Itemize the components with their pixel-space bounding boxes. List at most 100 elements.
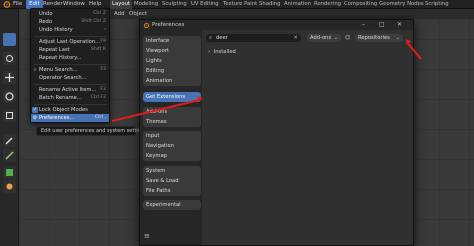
chevron-down-icon: ⌄ <box>333 35 338 41</box>
menu-item-rename-active-item[interactable]: Rename Active Item... F2 <box>31 86 109 94</box>
blender-logo-icon[interactable] <box>2 0 11 9</box>
nav-input[interactable]: Input <box>143 131 201 141</box>
scale-tool-button[interactable] <box>3 109 16 122</box>
search-icon: ⌕ <box>33 67 37 73</box>
preferences-sidebar: Interface Viewport Lights Editing Animat… <box>140 30 202 245</box>
preferences-title-bar[interactable]: Preferences – □ ✕ <box>140 20 413 30</box>
checkbox-icon[interactable]: ✓ <box>32 107 38 113</box>
blender-logo-icon <box>143 22 150 29</box>
tab-rendering[interactable]: Rendering <box>314 0 341 9</box>
menu-item-repeat-history[interactable]: Repeat History... <box>31 54 109 62</box>
installed-section-header[interactable]: › Installed <box>208 48 236 56</box>
viewport-add-menu[interactable]: Add <box>114 9 125 19</box>
close-icon[interactable]: ✕ <box>397 20 402 30</box>
menu-item-label: Preferences... <box>39 115 75 121</box>
chevron-right-icon: › <box>208 49 211 55</box>
menu-item-repeat-last[interactable]: Repeat Last Shift R <box>31 46 109 54</box>
menu-item-redo[interactable]: Redo Shift Ctrl Z <box>31 18 109 26</box>
annotation-arrowhead <box>197 94 204 102</box>
menu-item-label: Rename Active Item... <box>39 87 97 93</box>
tab-geometry-nodes[interactable]: Geometry Nodes <box>379 0 424 9</box>
installed-label: Installed <box>213 49 236 55</box>
tool-shelf <box>0 9 19 246</box>
menu-item-label: Undo History <box>39 27 73 33</box>
nav-navigation[interactable]: Navigation <box>143 141 201 151</box>
select-tool-button[interactable] <box>3 33 16 46</box>
menu-item-label: Redo <box>39 19 53 25</box>
annotate-tool-button[interactable] <box>3 134 16 147</box>
tab-compositing[interactable]: Compositing <box>344 0 377 9</box>
edit-dropdown-menu: Undo Ctrl Z Redo Shift Ctrl Z Undo History… <box>30 8 110 123</box>
clear-search-icon[interactable]: ✕ <box>293 34 298 42</box>
maximize-icon[interactable]: □ <box>379 20 385 30</box>
tab-modeling[interactable]: Modeling <box>134 0 158 9</box>
nav-editing[interactable]: Editing <box>143 66 201 76</box>
nav-file-paths[interactable]: File Paths <box>143 186 201 196</box>
menu-item-label: Operator Search... <box>39 75 87 81</box>
menu-item-menu-search[interactable]: ⌕ Menu Search... F3 <box>31 66 109 74</box>
tab-shading[interactable]: Shading <box>259 0 281 9</box>
menu-item-shortcut: F9 <box>100 39 106 44</box>
preferences-main-panel: ⌕ deer ✕ Add-ons ⌄ ⌬ Repositories ⌄ › In… <box>202 30 413 245</box>
minimize-icon[interactable]: – <box>362 20 365 30</box>
menu-separator <box>34 64 107 65</box>
menu-separator <box>34 36 107 37</box>
tag-icon[interactable]: ⌬ <box>345 34 350 42</box>
add-object-tool-button[interactable] <box>3 180 16 193</box>
nav-lights[interactable]: Lights <box>143 56 201 66</box>
cursor-tool-button[interactable] <box>3 52 16 65</box>
menu-item-undo-history[interactable]: Undo History › <box>31 26 109 34</box>
add-cube-tool-button[interactable] <box>3 166 16 179</box>
tab-animation[interactable]: Animation <box>284 0 311 9</box>
extensions-search-field[interactable]: ⌕ deer ✕ <box>206 34 301 42</box>
menu-item-label: Repeat Last <box>39 47 70 53</box>
nav-animation[interactable]: Animation <box>143 76 201 86</box>
measure-tool-button[interactable] <box>3 149 16 162</box>
filter-dropdown[interactable]: Add-ons ⌄ <box>307 34 341 42</box>
gear-icon: ⚙ <box>32 115 38 121</box>
nav-viewport[interactable]: Viewport <box>143 46 201 56</box>
menu-item-adjust-last-operation[interactable]: Adjust Last Operation... F9 <box>31 38 109 46</box>
menu-item-batch-rename[interactable]: Batch Rename... Ctrl F2 <box>31 94 109 102</box>
filter-dropdown-label: Add-ons <box>310 35 332 41</box>
rotate-icon <box>5 92 14 101</box>
nav-keymap[interactable]: Keymap <box>143 151 201 161</box>
tab-sculpting[interactable]: Sculpting <box>162 0 187 9</box>
menu-separator <box>34 104 107 105</box>
menu-item-label: Repeat History... <box>39 55 82 61</box>
tab-texture-paint[interactable]: Texture Paint <box>223 0 257 9</box>
pencil-icon <box>5 137 13 145</box>
viewport-object-menu[interactable]: Object <box>129 9 147 19</box>
ruler-icon <box>5 151 14 160</box>
rotate-tool-button[interactable] <box>3 90 16 103</box>
menu-file[interactable]: File <box>13 0 22 9</box>
viewport-header: Add Object <box>111 9 474 19</box>
menu-item-label: Batch Rename... <box>39 95 82 101</box>
tab-layout[interactable]: Layout <box>110 0 133 9</box>
menu-item-lock-object-modes[interactable]: ✓ Lock Object Modes <box>31 106 109 114</box>
menu-item-operator-search[interactable]: Operator Search... <box>31 74 109 82</box>
menu-item-label: Undo <box>39 11 53 17</box>
cursor-icon <box>6 55 13 62</box>
menu-item-shortcut: Ctrl Z <box>93 11 106 16</box>
tab-uv-editing[interactable]: UV Editing <box>191 0 219 9</box>
move-icon <box>5 73 14 82</box>
nav-themes[interactable]: Themes <box>143 117 201 127</box>
hamburger-icon[interactable]: ≡ <box>144 232 150 240</box>
scale-icon <box>6 112 13 119</box>
chevron-down-icon: ⌄ <box>395 35 400 41</box>
repositories-dropdown[interactable]: Repositories ⌄ <box>355 34 403 42</box>
nav-save-load[interactable]: Save & Load <box>143 176 201 186</box>
menu-item-preferences[interactable]: ⚙ Preferences... Ctrl , <box>31 114 109 122</box>
menu-item-shortcut: F3 <box>100 67 106 72</box>
menu-item-shortcut: F2 <box>100 87 106 92</box>
search-icon: ⌕ <box>209 35 213 41</box>
tab-scripting[interactable]: Scripting <box>425 0 449 9</box>
menu-item-undo[interactable]: Undo Ctrl Z <box>31 10 109 18</box>
submenu-arrow-icon: › <box>104 27 106 32</box>
nav-experimental[interactable]: Experimental <box>143 200 201 210</box>
nav-system[interactable]: System <box>143 166 201 176</box>
search-query: deer <box>216 35 228 41</box>
nav-interface[interactable]: Interface <box>143 36 201 46</box>
move-tool-button[interactable] <box>3 71 16 84</box>
